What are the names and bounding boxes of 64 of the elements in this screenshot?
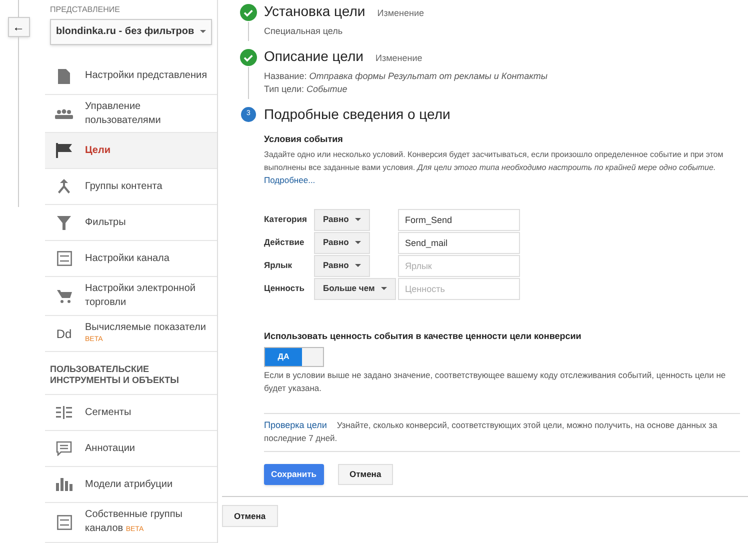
nav-label: Настройки представления — [85, 69, 207, 84]
verify-text: Проверка цели Узнайте, сколько конверсий, соответствующих этой цели, можно получить, на основе данных за последние 7 дней. — [264, 419, 718, 445]
conditions-heading: Условия события — [264, 133, 344, 146]
nav-label: Фильтры — [85, 216, 126, 230]
document-icon — [58, 68, 70, 84]
toggle-switch[interactable]: ДА — [264, 347, 324, 367]
operator-dropdown[interactable]: Равно — [314, 208, 370, 230]
step-title: Подробные сведения о цели — [264, 105, 450, 123]
cancel-button[interactable]: Отмена — [338, 464, 394, 485]
back-button[interactable]: ← — [8, 17, 30, 37]
condition-label: Ценность — [264, 282, 306, 295]
step-title: Описание цели — [264, 47, 364, 65]
bar-chart-icon — [56, 478, 72, 492]
nav-label: Настройки электронной торговли — [85, 282, 196, 310]
cancel-button[interactable]: Отмена — [222, 505, 278, 528]
more-link[interactable]: Подробнее... — [264, 174, 316, 186]
step-detail: Название: Отправка формы Результат от рекламы и Контакты — [264, 70, 548, 83]
edit-link[interactable]: Изменение — [377, 4, 424, 22]
nav-label: Цели — [85, 144, 110, 158]
dd-icon: Dd — [56, 324, 72, 343]
nav-label: Вычисляемые показатели — [85, 321, 206, 336]
nav-label: Управление пользователями — [85, 100, 162, 128]
nav-label: Аннотации — [85, 442, 135, 456]
filter-icon — [57, 216, 71, 230]
condition-label: Действие — [264, 236, 306, 249]
view-select[interactable]: blondinka.ru - без фильтров — [50, 19, 212, 45]
flag-icon — [56, 143, 72, 158]
nav-label: Модели атрибуции — [85, 478, 173, 492]
view-label: ПРЕДСТАВЛЕНИЕ — [50, 4, 122, 16]
caret-icon — [380, 287, 387, 290]
verify-link[interactable]: Проверка цели — [264, 420, 327, 430]
condition-label: Ярлык — [264, 259, 294, 272]
save-button[interactable]: Сохранить — [264, 464, 324, 485]
conditions-description: Задайте одно или несколько условий. Конверсия будет засчитываться, если произошло определенное событие и при этом выполнены все заданные вами условия. Для цели этого типа необходимо настроить по крайней мере одно событие. — [264, 148, 724, 174]
cart-icon — [56, 290, 72, 303]
step-detail: Тип цели: Событие — [264, 83, 348, 96]
sliders-icon — [56, 515, 72, 530]
operator-dropdown[interactable]: Равно — [314, 254, 370, 276]
nav-item[interactable]: Цели — [45, 133, 217, 170]
caret-icon — [354, 241, 361, 244]
operator-dropdown[interactable]: Больше чем — [314, 278, 396, 300]
nav-item[interactable]: Управление пользователями — [45, 94, 217, 134]
step-title: Установка цели — [264, 2, 366, 20]
use-value-note: Если в условии выше не задано значение, соответствующее вашему коду отслеживания событий, ценность цели не будет указана. — [264, 369, 727, 395]
value-field[interactable]: Form_Send — [398, 208, 520, 230]
sliders-icon — [56, 251, 72, 266]
caret-icon — [200, 30, 206, 34]
step-detail: Специальная цель — [264, 25, 344, 38]
operator-dropdown[interactable]: Равно — [314, 232, 370, 254]
value-field[interactable]: Send_mail — [398, 232, 520, 254]
caret-icon — [354, 264, 361, 267]
value-field[interactable]: Ярлык — [398, 254, 520, 276]
caret-icon — [354, 218, 361, 221]
merge-icon — [57, 179, 71, 194]
value-field[interactable]: Ценность — [398, 278, 520, 300]
comment-icon — [56, 441, 72, 456]
nav-label: Настройки канала — [85, 252, 170, 266]
segments-icon — [56, 406, 72, 420]
use-value-label: Использовать ценность события в качестве ценности цели конверсии — [264, 330, 582, 343]
nav-label: Группы контента — [85, 180, 162, 194]
people-icon — [55, 108, 73, 119]
edit-link[interactable]: Изменение — [375, 49, 422, 67]
nav-label: Сегменты — [85, 406, 132, 420]
condition-label: Категория — [264, 213, 308, 226]
